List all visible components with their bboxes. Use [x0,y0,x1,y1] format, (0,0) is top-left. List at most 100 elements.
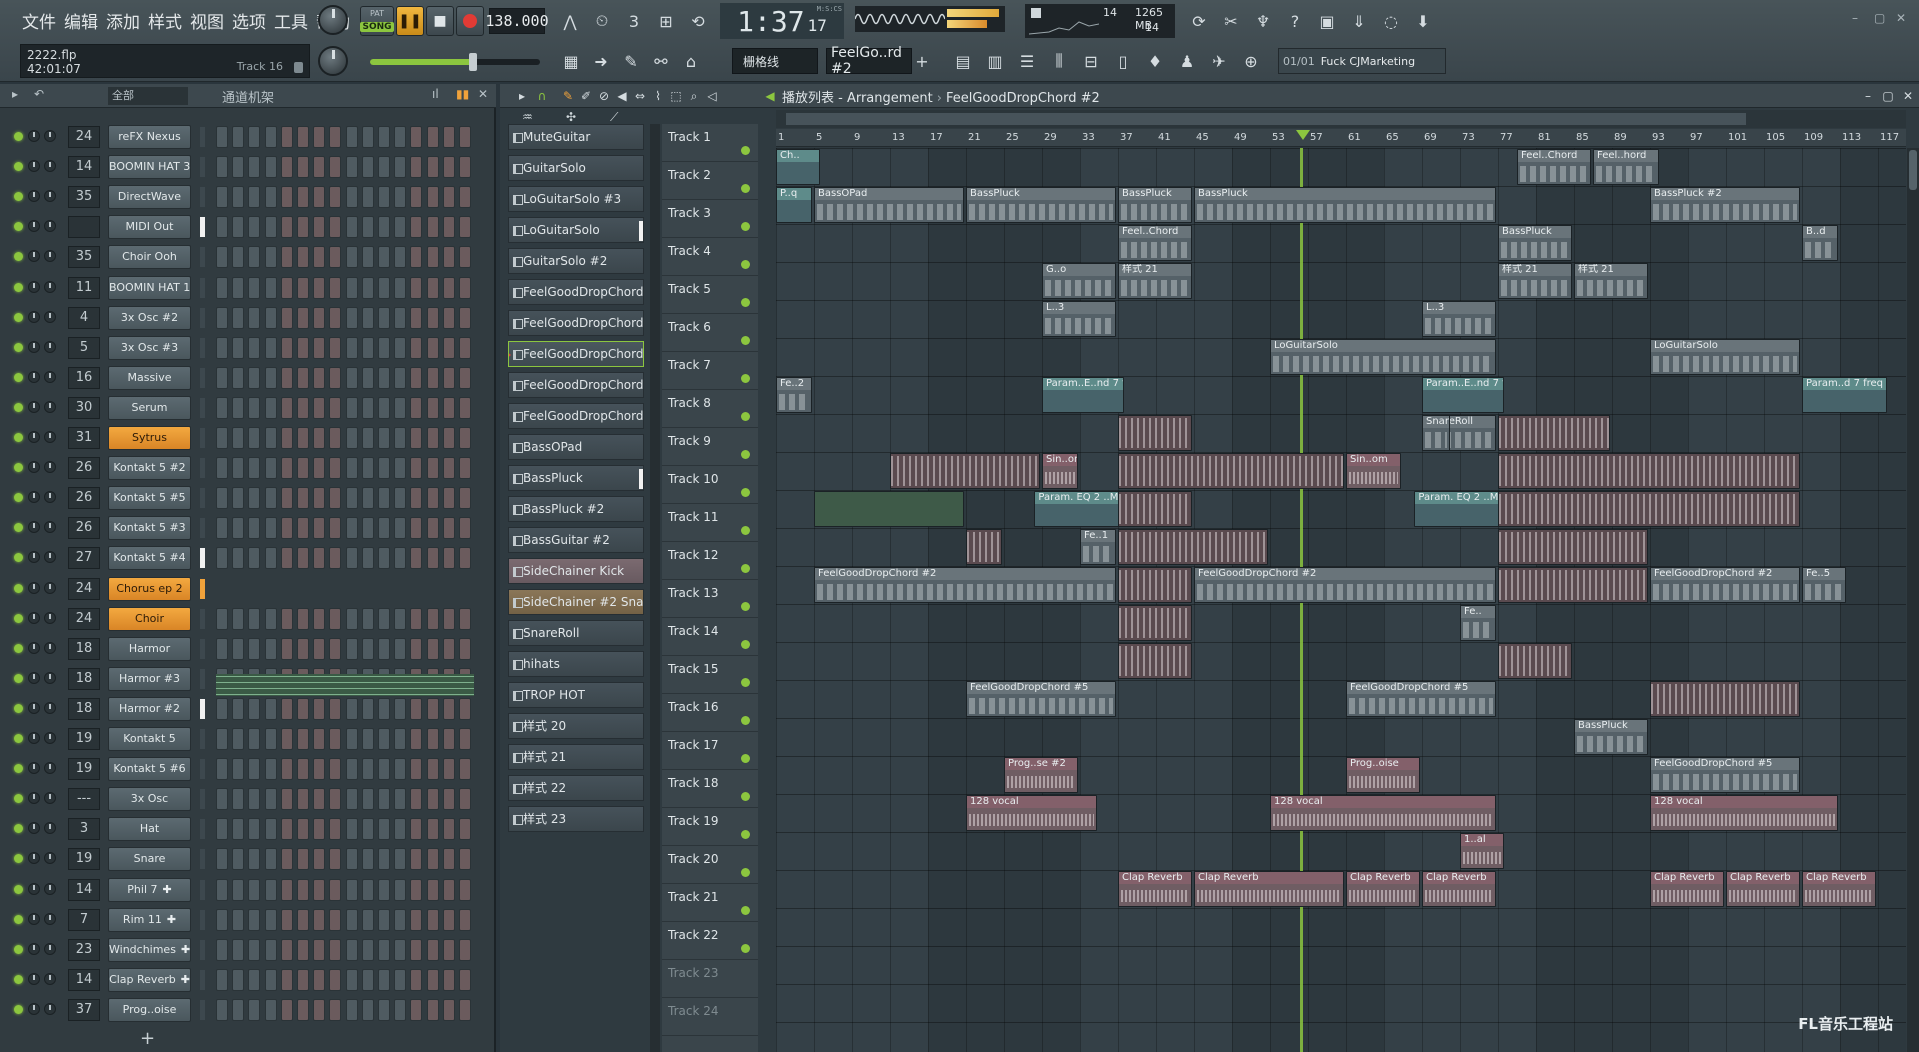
step-button[interactable] [313,366,326,389]
save-icon[interactable]: ▣ [1312,6,1342,36]
step-button[interactable] [442,998,455,1021]
step-button[interactable] [459,306,471,329]
step-button[interactable] [378,637,390,660]
mixer-track-number[interactable]: 31 [68,427,100,449]
picker-pattern-item[interactable]: BassOPad [508,434,644,460]
add-pattern-icon[interactable]: + [914,46,930,76]
step-button[interactable] [410,427,423,449]
channel-select-indicator[interactable] [200,999,205,1020]
step-button[interactable] [216,216,228,239]
playhead-marker[interactable] [1296,130,1310,140]
playlist-clip[interactable]: Feel..Chord [1517,149,1591,185]
menu-view[interactable]: 视图 [190,8,224,33]
playlist-clip[interactable] [1118,643,1192,679]
track-enable-led[interactable] [741,716,750,725]
step-button[interactable] [297,306,309,329]
step-button[interactable] [329,156,342,179]
step-button[interactable] [361,156,374,179]
step-button[interactable] [232,788,245,811]
step-button[interactable] [361,186,374,209]
channel-volume-knob[interactable] [28,1002,40,1015]
channel-enable-led[interactable] [14,583,23,593]
step-button[interactable] [345,788,358,811]
channel-row[interactable]: 16 Massive [0,363,496,393]
step-button[interactable] [297,968,309,991]
mixer-track-number[interactable]: 18 [68,697,100,720]
step-button[interactable] [361,758,374,781]
step-button[interactable] [232,637,245,660]
step-button[interactable] [459,908,471,931]
picker-link-icon[interactable]: ⟋ [610,110,618,125]
step-button[interactable] [345,517,358,540]
step-button[interactable] [216,938,228,961]
step-button[interactable] [297,697,309,720]
step-button[interactable] [394,728,407,750]
playlist-clip[interactable]: BassOPad [814,187,964,223]
channel-volume-knob[interactable] [28,822,40,835]
step-button[interactable] [459,216,471,239]
channel-name-button[interactable]: Phil 7 ✚ [108,877,191,902]
track-header[interactable]: Track 23 [662,960,758,998]
step-button[interactable] [345,848,358,871]
step-button[interactable] [459,848,471,871]
channel-select-indicator[interactable] [200,939,205,960]
step-button[interactable] [459,186,471,209]
delete-icon[interactable]: ⊘ [596,88,612,104]
picker-pattern-item[interactable]: MuteGuitar [508,124,644,150]
step-button[interactable] [378,728,390,750]
step-button[interactable] [280,396,293,419]
step-button[interactable] [426,818,439,841]
step-button[interactable] [264,427,277,449]
channel-pan-knob[interactable] [44,581,56,594]
step-button[interactable] [345,186,358,209]
track-enable-led[interactable] [741,222,750,231]
channel-pan-knob[interactable] [44,551,56,564]
picker-pattern-item[interactable]: GuitarSolo #2 [508,248,644,274]
step-button[interactable] [329,697,342,720]
step-button[interactable] [232,246,245,269]
step-button[interactable] [345,306,358,329]
channel-volume-knob[interactable] [28,250,40,263]
channel-pan-knob[interactable] [44,310,56,323]
channel-enable-led[interactable] [14,132,23,141]
step-button[interactable] [264,156,277,179]
channel-enable-led[interactable] [14,854,23,864]
step-button[interactable] [232,216,245,239]
step-button[interactable] [442,396,455,419]
step-button[interactable] [345,396,358,419]
playlist-clip[interactable]: B..d [1802,225,1838,261]
step-button[interactable] [410,788,423,811]
step-button[interactable] [345,156,358,179]
step-button[interactable] [442,938,455,961]
step-button[interactable] [426,427,439,449]
playlist-minimize-icon[interactable]: – [1860,88,1876,104]
track-header[interactable]: Track 11 [662,504,758,542]
step-button[interactable] [280,336,293,359]
menu-patterns[interactable]: 样式 [148,8,182,33]
playlist-clip[interactable] [1498,491,1800,527]
step-button[interactable] [248,788,261,811]
channel-name-button[interactable]: MIDI Out [108,215,191,240]
step-button[interactable] [280,126,293,148]
playlist-clip[interactable]: 样式 21 [1498,263,1572,299]
step-button[interactable] [248,938,261,961]
channel-select-indicator[interactable] [200,578,205,599]
channel-pan-knob[interactable] [44,250,56,263]
step-button[interactable] [313,908,326,931]
picker-pattern-item[interactable]: FeelGoodDropChord [508,279,644,305]
step-button[interactable] [232,878,245,901]
step-button[interactable] [410,878,423,901]
playlist-clip[interactable]: G..o [1042,263,1116,299]
step-button[interactable] [459,607,471,630]
step-button[interactable] [264,697,277,720]
channel-pan-knob[interactable] [44,370,56,383]
step-button[interactable] [232,156,245,179]
step-button[interactable] [216,517,228,540]
magnet-icon[interactable]: ∩ [534,88,550,104]
chat-icon[interactable]: ◌ [1376,6,1406,36]
zoom-icon[interactable]: ⌕ [686,88,702,104]
step-button[interactable] [264,457,277,480]
song-time-display[interactable]: 1:37 17 M:S:CS [720,3,844,39]
track-enable-led[interactable] [741,754,750,763]
track-header[interactable]: Track 24 [662,998,758,1036]
